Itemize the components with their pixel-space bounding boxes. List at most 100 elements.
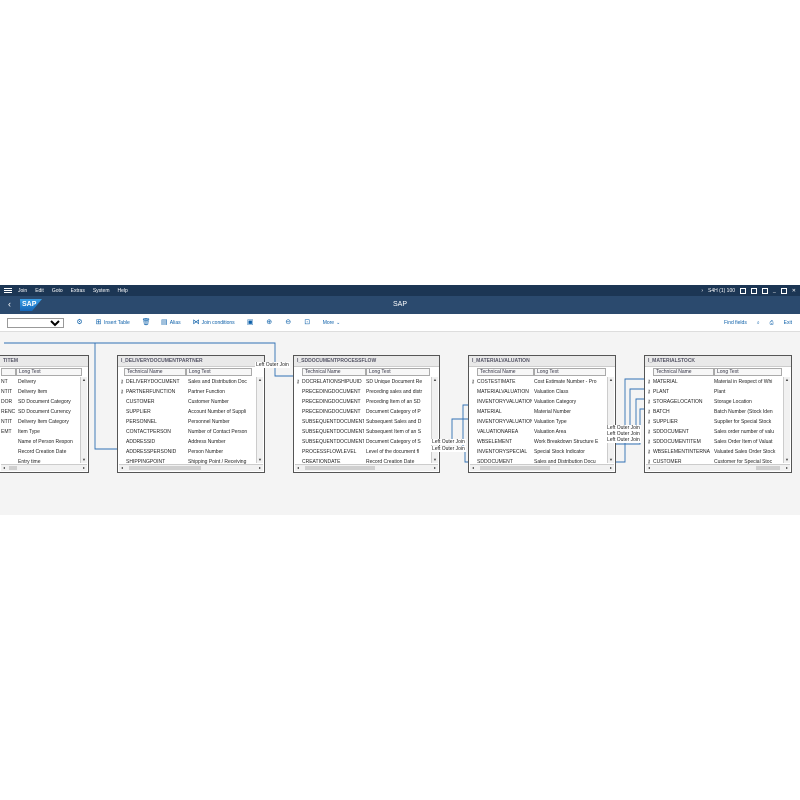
minimize-icon[interactable]: _ [773,288,776,294]
table-row[interactable]: DOR SD Document Category [1,397,82,407]
table-materialstock[interactable]: I_MATERIALSTOCK Technical Name Long Text… [644,355,792,473]
scroll-down-icon[interactable]: ▼ [81,457,87,463]
table-row[interactable]: ⚷ PARTNERFUNCTION Partner Function [118,387,252,397]
variant-dropdown[interactable] [7,317,64,328]
scroll-thumb[interactable] [129,466,201,470]
scroll-right-icon[interactable]: ▸ [83,465,85,470]
table-row[interactable]: ⚷ WBSELEMENTINTERNA Valuated Sales Order S… [645,447,780,457]
table-row[interactable]: INVENTORYVALUATION Valuation Type [469,417,604,427]
menu-goto[interactable]: Goto [52,288,63,294]
zoom-in-button[interactable]: ⊕ [266,319,273,326]
scroll-left-icon[interactable]: ◂ [297,465,299,470]
zoom-out-button[interactable]: ⊖ [285,319,292,326]
table-row[interactable]: INVENTORYVALUATION Valuation Category [469,397,604,407]
maximize-icon[interactable] [780,287,787,294]
table-row[interactable]: SUPPLIER Account Number of Suppli [118,407,252,417]
scroll-up-icon[interactable]: ▲ [81,377,87,383]
table-materialvaluation[interactable]: I_MATERIALVALUATION Technical Name Long … [468,355,616,473]
horizontal-scrollbar[interactable]: ◂ ▸ [646,464,790,471]
table-row[interactable]: Record Creation Date [1,447,82,457]
scroll-right-icon[interactable]: ▸ [259,465,261,470]
scroll-down-icon[interactable]: ▼ [608,457,614,463]
fit-button[interactable]: ⊡ [304,319,311,326]
table-row[interactable]: INVENTORYSPECIAL Special Stock Indicator [469,447,604,457]
edit-window-icon[interactable] [751,287,758,294]
scroll-up-icon[interactable]: ▲ [432,377,438,383]
table-sddocumentprocessflow[interactable]: I_SDDOCUMENTPROCESSFLOW Technical Name L… [293,355,440,473]
scroll-thumb[interactable] [9,466,17,470]
table-row[interactable]: SUBSEQUENTDOCUMENT Document Category of S [294,437,428,447]
menu-edit[interactable]: Edit [35,288,44,294]
table-titem[interactable]: TITEM Long Text NT Delivery NTIT Delivery I… [0,355,89,473]
vertical-scrollbar[interactable]: ▲ ▼ [607,377,614,463]
scroll-up-icon[interactable]: ▲ [257,377,263,383]
scroll-thumb[interactable] [756,466,780,470]
alias-button[interactable]: ▤ Alias [161,319,181,326]
join-conditions-button[interactable]: ⋈ Join conditions [193,319,235,326]
insert-table-button[interactable]: ⊞ Insert Table [95,319,130,326]
table-row[interactable]: PRECEDINGDOCUMENT Preceding Item of an SD [294,397,428,407]
table-row[interactable]: SUBSEQUENTDOCUMENT Subsequent Sales and D [294,417,428,427]
table-row[interactable]: PRECEDINGDOCUMENT Document Category of P [294,407,428,417]
table-row[interactable]: Name of Person Respon [1,437,82,447]
menu-join[interactable]: Join [18,288,27,294]
scroll-right-icon[interactable]: ▸ [786,465,788,470]
layout-button[interactable]: ▣ [247,319,254,326]
scroll-right-icon[interactable]: ▸ [434,465,436,470]
table-row[interactable]: ⚷ DOCRELATIONSHIPUUID SD Unique Document R… [294,377,428,387]
scroll-up-icon[interactable]: ▲ [784,377,790,383]
table-row[interactable]: NTIT Delivery Item [1,387,82,397]
scroll-up-icon[interactable]: ▲ [608,377,614,383]
print-icon[interactable]: ⎙ [770,320,774,326]
table-row[interactable]: PERSONNEL Personnel Number [118,417,252,427]
scroll-left-icon[interactable]: ◂ [472,465,474,470]
horizontal-scrollbar[interactable]: ◂ ▸ [470,464,614,471]
scroll-down-icon[interactable]: ▼ [257,457,263,463]
table-row[interactable]: WBSELEMENT Work Breakdown Structure E [469,437,604,447]
table-row[interactable]: SUBSEQUENTDOCUMENT Subsequent Item of an … [294,427,428,437]
table-row[interactable]: ADDRESSPERSONID Person Number [118,447,252,457]
vertical-scrollbar[interactable]: ▲ ▼ [80,377,87,463]
scroll-down-icon[interactable]: ▼ [432,457,438,463]
table-row[interactable]: CONTACTPERSON Number of Contact Person [118,427,252,437]
help-window-icon[interactable] [762,287,769,294]
table-row[interactable]: ⚷ STORAGELOCATION Storage Location [645,397,780,407]
table-row[interactable]: ⚷ SDDOCUMENTITEM Sales Order Item of Valua… [645,437,780,447]
table-row[interactable]: NT Delivery [1,377,82,387]
scroll-left-icon[interactable]: ◂ [648,465,650,470]
table-row[interactable]: ⚷ SUPPLIER Supplier for Special Stock [645,417,780,427]
horizontal-scrollbar[interactable]: ◂ ▸ [119,464,263,471]
table-row[interactable]: PRECEDINGDOCUMENT Preceding sales and dis… [294,387,428,397]
vertical-scrollbar[interactable]: ▲ ▼ [256,377,263,463]
scroll-left-icon[interactable]: ◂ [121,465,123,470]
table-row[interactable]: ⚷ MATERIAL Material in Respect of Whi [645,377,780,387]
table-settings-button[interactable]: ⚙ [76,319,83,326]
table-row[interactable]: PROCESSFLOWLEVEL Level of the document fl [294,447,428,457]
more-button[interactable]: More ⌄ [323,320,341,326]
delete-table-button[interactable]: 🗑 [142,319,151,326]
horizontal-scrollbar[interactable]: ◂ ▸ [1,464,87,471]
screen-icon[interactable] [740,287,747,294]
horizontal-scrollbar[interactable]: ◂ ▸ [295,464,438,471]
scroll-right-icon[interactable]: ▸ [610,465,612,470]
table-row[interactable]: CUSTOMER Customer Number [118,397,252,407]
menu-help[interactable]: Help [118,288,128,294]
vertical-scrollbar[interactable]: ▲ ▼ [783,377,790,463]
table-row[interactable]: ⚷ COSTESTIMATE Cost Estimate Number - Pro [469,377,604,387]
scroll-thumb[interactable] [305,466,375,470]
menu-extras[interactable]: Extras [71,288,85,294]
table-row[interactable]: VALUATIONAREA Valuation Area [469,427,604,437]
table-row[interactable]: NTIT Delivery Item Category [1,417,82,427]
chevron-right-icon[interactable]: › [701,288,703,294]
scroll-left-icon[interactable]: ◂ [3,465,5,470]
table-row[interactable]: MATERIAL Material Number [469,407,604,417]
table-row[interactable]: ⚷ BATCH Batch Number (Stock Iden [645,407,780,417]
find-fields-button[interactable]: Find fields [724,320,747,326]
table-row[interactable]: ⚷ PLANT Plant [645,387,780,397]
close-icon[interactable]: ✕ [792,288,796,294]
table-row[interactable]: RENC SD Document Currency [1,407,82,417]
scroll-down-icon[interactable]: ▼ [784,457,790,463]
table-deliverydocumentpartner[interactable]: I_DELIVERYDOCUMENTPARTNER Technical Name… [117,355,265,473]
table-row[interactable]: ⚷ DELIVERYDOCUMENT Sales and Distribution … [118,377,252,387]
exit-button[interactable]: Exit [784,320,792,326]
